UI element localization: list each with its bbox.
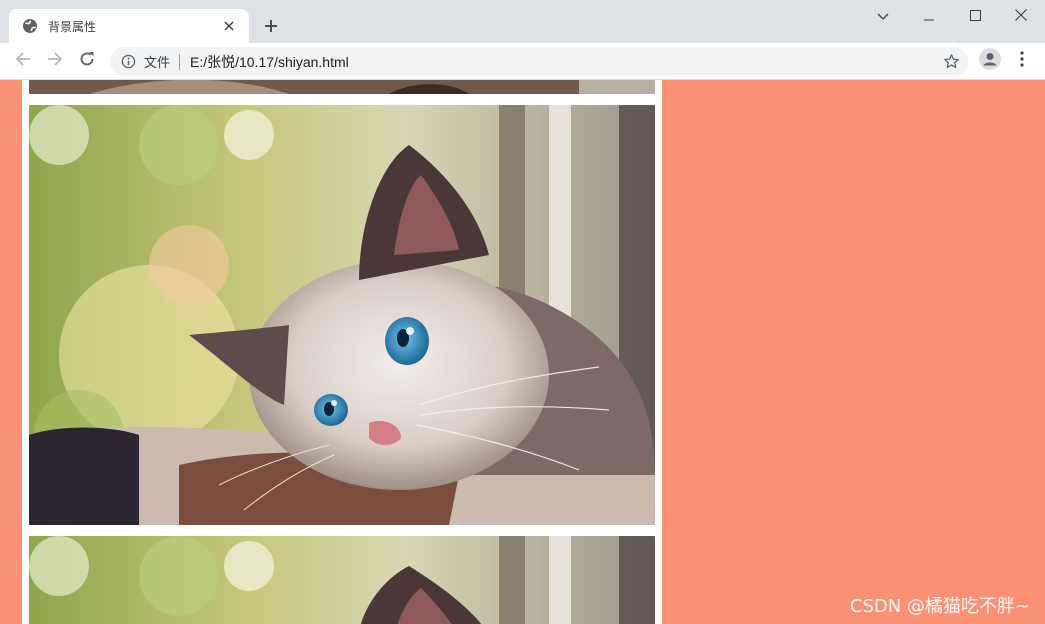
kitten-image-top [29,80,655,94]
page-viewport: CSDN @橘猫吃不胖~ [0,80,1045,624]
reload-button[interactable] [73,47,101,75]
watermark: CSDN @橘猫吃不胖~ [849,596,1030,617]
info-icon[interactable] [120,54,136,70]
profile-icon [979,48,1001,74]
minimize-icon [924,6,934,25]
maximize-button[interactable] [952,0,998,30]
star-icon[interactable] [943,53,960,70]
globe-icon [22,18,38,34]
address-bar[interactable]: 文件 E:/张悦/10.17/shiyan.html [110,47,968,76]
kitten-image-bottom [29,536,655,624]
close-window-icon [1015,6,1027,25]
tab-search-button[interactable] [860,0,906,30]
url-text[interactable]: E:/张悦/10.17/shiyan.html [190,52,349,72]
tab-strip: 背景属性 [0,0,1045,43]
tab-title: 背景属性 [48,19,97,34]
kitten-image [29,105,655,525]
close-window-button[interactable] [998,0,1044,30]
plus-icon [264,18,278,37]
content-column [22,80,662,624]
browser-tab[interactable]: 背景属性 [9,9,249,43]
minimize-button[interactable] [906,0,952,30]
security-label: 文件 [144,56,171,71]
maximize-icon [969,6,981,25]
menu-button[interactable] [1008,47,1036,75]
back-arrow-icon [15,51,31,71]
browser-toolbar: 文件 E:/张悦/10.17/shiyan.html [0,43,1045,80]
reload-icon [79,51,95,71]
back-button[interactable] [9,47,37,75]
forward-arrow-icon [47,51,63,71]
forward-button[interactable] [41,47,69,75]
kebab-menu-icon [1020,51,1024,71]
profile-button[interactable] [976,47,1004,75]
chevron-down-icon [877,6,889,25]
omnibox-divider [179,53,181,70]
new-tab-button[interactable] [258,14,284,40]
close-icon[interactable] [219,16,239,36]
